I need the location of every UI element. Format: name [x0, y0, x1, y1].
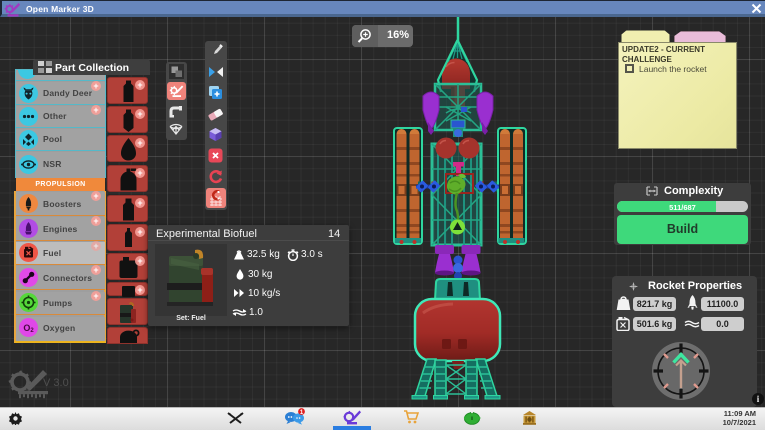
- svg-text:O2: O2: [23, 323, 34, 334]
